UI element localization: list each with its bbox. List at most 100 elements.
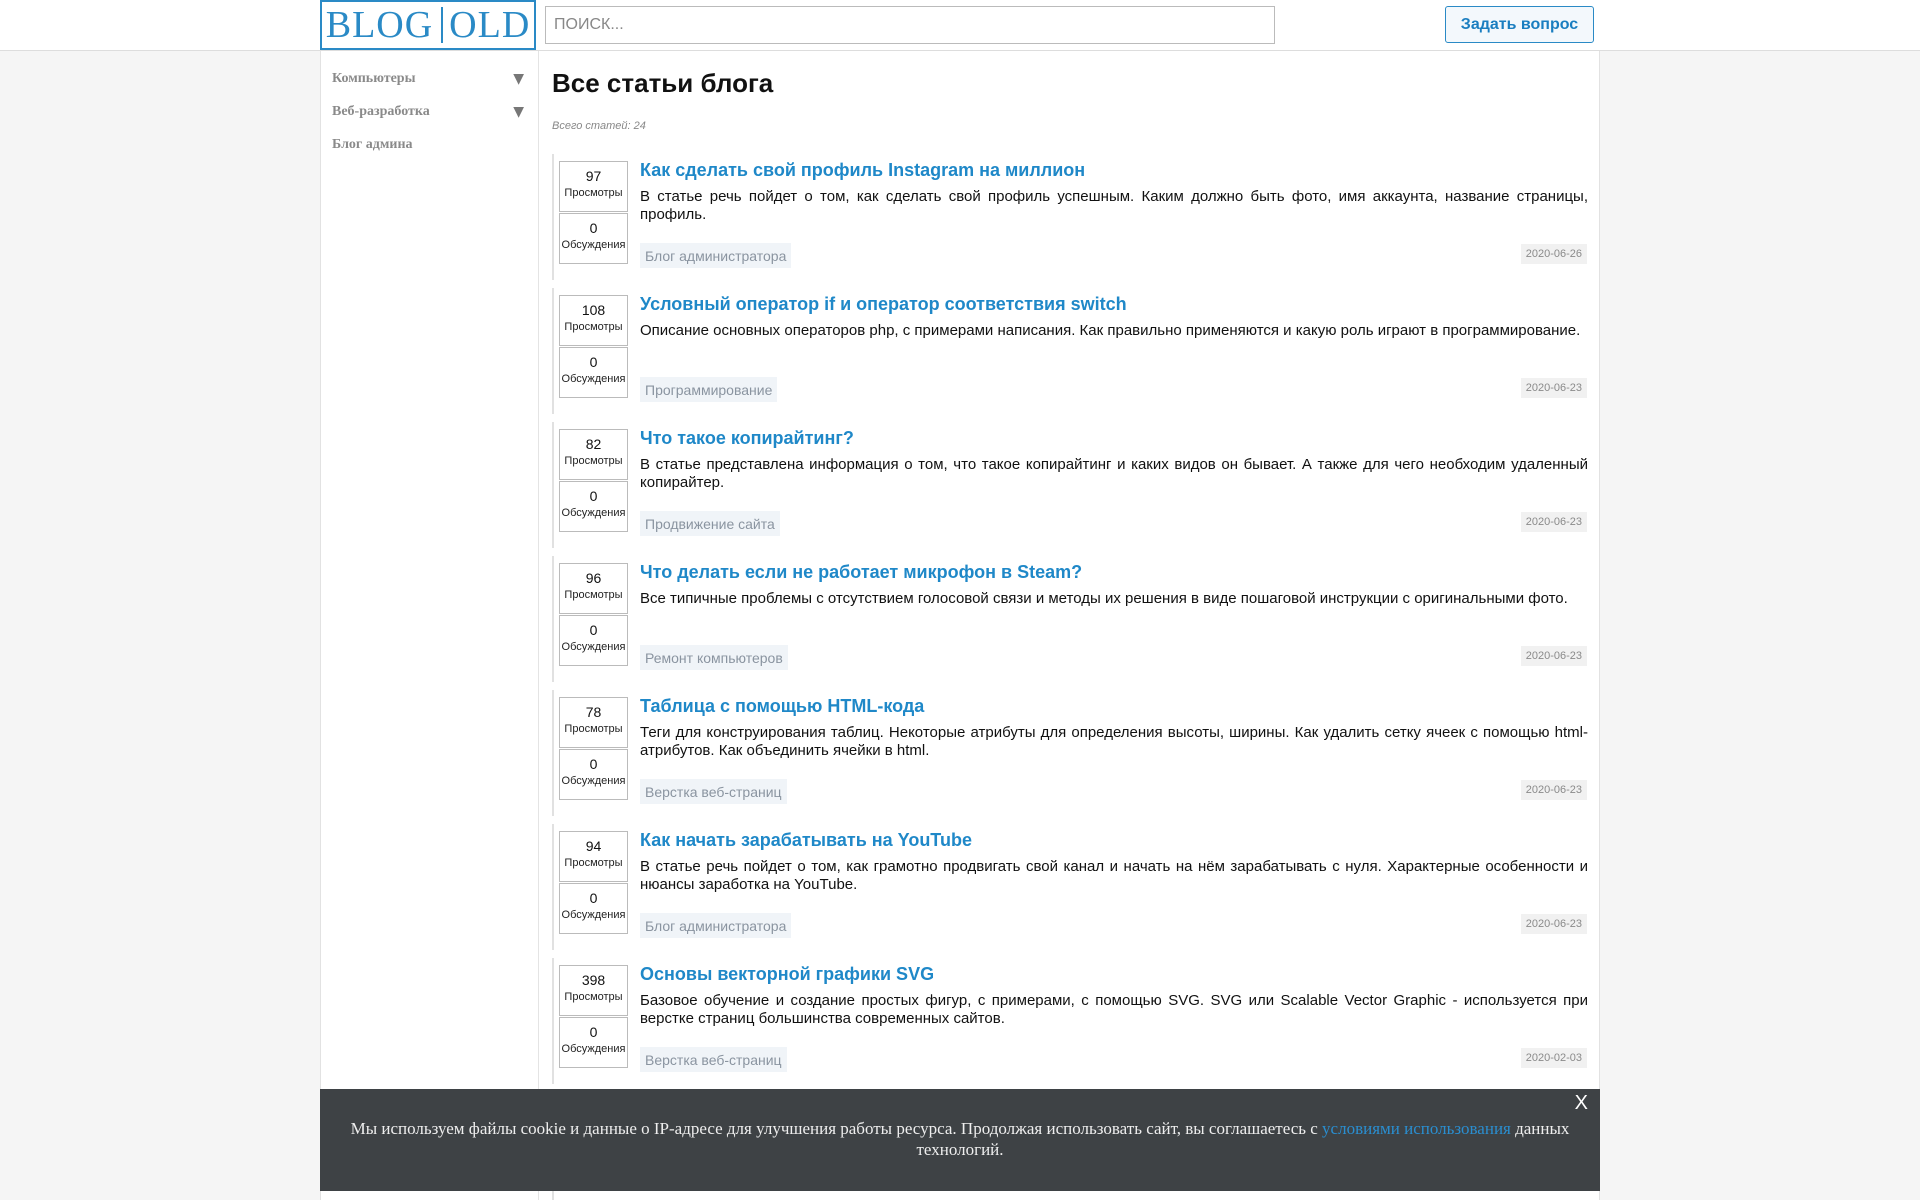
article-category-tag[interactable]: Программирование [640,377,778,402]
article-description: Описание основных операторов php, с прим… [640,322,1581,339]
search-input[interactable] [545,6,1275,44]
article-description: Все типичные проблемы с отсутствием голо… [640,590,1568,607]
page-container: Компьютеры ▼ Веб-разработка ▼ Блог админ… [320,51,1600,1200]
comments-counter: 0 Обсуждения [559,615,628,666]
views-label: Просмотры [564,723,623,735]
comments-label: Обсуждения [561,909,626,921]
article-description: В статье речь пойдет о том, как сделать … [640,188,1588,223]
article-title-link[interactable]: Как сделать свой профиль Instagram на ми… [640,160,1085,181]
comments-count: 0 [589,354,598,370]
views-label: Просмотры [564,187,623,199]
sidebar-item-computers[interactable]: Компьютеры ▼ [332,64,528,94]
article-card: 78 Просмотры 0 Обсуждения Таблица с помощь… [552,690,1592,816]
article-title-link[interactable]: Что такое копирайтинг? [640,428,854,449]
article-date: 2020-06-23 [1520,914,1587,934]
article-date: 2020-06-23 [1520,378,1587,398]
article-title-link[interactable]: Что делать если не работает микрофон в S… [640,562,1082,583]
comments-label: Обсуждения [561,775,626,787]
article-date: 2020-06-23 [1520,512,1587,532]
views-label: Просмотры [564,991,623,1003]
views-count: 96 [585,570,602,586]
comments-counter: 0 Обсуждения [559,1017,628,1068]
article-title-link[interactable]: Таблица с помощью HTML-кода [640,696,924,717]
comments-count: 0 [589,622,598,638]
chevron-down-icon[interactable]: ▼ [513,71,524,87]
views-counter: 82 Просмотры [559,429,628,480]
article-category-tag[interactable]: Блог администратора [640,243,792,268]
chevron-down-icon[interactable]: ▼ [513,104,524,120]
article-description: В статье речь пойдет о том, как грамотно… [640,858,1588,893]
comments-count: 0 [589,220,598,236]
views-label: Просмотры [564,857,623,869]
views-count: 398 [581,972,606,988]
article-category-tag[interactable]: Продвижение сайта [640,511,780,536]
views-count: 97 [585,168,602,184]
views-counter: 398 Просмотры [559,965,628,1016]
logo-text-old: OLD [449,4,531,46]
article-title-link[interactable]: Основы векторной графики SVG [640,964,934,985]
views-label: Просмотры [564,455,623,467]
views-counter: 97 Просмотры [559,161,628,212]
views-count: 78 [585,704,602,720]
comments-count: 0 [589,890,598,906]
sidebar-item-admin-blog[interactable]: Блог админа [332,130,528,160]
article-category-tag[interactable]: Верстка веб-страниц [640,1047,787,1072]
comments-counter: 0 Обсуждения [559,749,628,800]
views-count: 94 [585,838,602,854]
article-card: 398 Просмотры 0 Обсуждения Основы векторно… [552,958,1592,1084]
cookie-text: Мы используем файлы cookie и данные о IP… [350,1119,1323,1138]
article-card: 82 Просмотры 0 Обсуждения Что такое копира… [552,422,1592,548]
site-logo[interactable]: BLOG OLD [320,0,536,50]
comments-count: 0 [589,756,598,772]
comments-counter: 0 Обсуждения [559,347,628,398]
views-counter: 94 Просмотры [559,831,628,882]
article-date: 2020-02-03 [1520,1048,1587,1068]
comments-counter: 0 Обсуждения [559,481,628,532]
comments-count: 0 [589,488,598,504]
main-content: Все статьи блога Всего статей: 24 97 Прос… [552,51,1592,1200]
comments-label: Обсуждения [561,373,626,385]
article-count: Всего статей: 24 [552,120,646,132]
article-title-link[interactable]: Условный оператор if и оператор соответс… [640,294,1127,315]
views-count: 82 [585,436,602,452]
article-card: 96 Просмотры 0 Обсуждения Что делать если … [552,556,1592,682]
comments-label: Обсуждения [561,1043,626,1055]
logo-text-blog: BLOG [325,4,434,46]
comments-label: Обсуждения [561,641,626,653]
sidebar-item-web-development[interactable]: Веб-разработка ▼ [332,97,528,127]
views-count: 108 [581,302,606,318]
sidebar-item-label: Веб-разработка [332,104,430,119]
article-date: 2020-06-26 [1520,244,1587,264]
article-card: 94 Просмотры 0 Обсуждения Как начать зараб… [552,824,1592,950]
cookie-banner: X Мы используем файлы cookie и данные о … [320,1089,1600,1191]
article-date: 2020-06-23 [1520,780,1587,800]
views-label: Просмотры [564,589,623,601]
article-description: Теги для конструирования таблиц. Некотор… [640,724,1588,759]
comments-label: Обсуждения [561,239,626,251]
sidebar-item-label: Блог админа [332,137,413,152]
logo-divider [441,7,444,43]
article-category-tag[interactable]: Верстка веб-страниц [640,779,787,804]
terms-link[interactable]: условиями использования [1322,1119,1511,1138]
sidebar-item-label: Компьютеры [332,71,416,86]
close-icon[interactable]: X [1575,1093,1588,1114]
comments-counter: 0 Обсуждения [559,883,628,934]
page-title: Все статьи блога [552,68,774,98]
article-card: 108 Просмотры 0 Обсуждения Условный операт… [552,288,1592,414]
views-counter: 108 Просмотры [559,295,628,346]
article-title-link[interactable]: Как начать зарабатывать на YouTube [640,830,972,851]
article-description: Базовое обучение и создание простых фигу… [640,992,1588,1027]
article-category-tag[interactable]: Ремонт компьютеров [640,645,788,670]
comments-counter: 0 Обсуждения [559,213,628,264]
comments-label: Обсуждения [561,507,626,519]
article-category-tag[interactable]: Блог администратора [640,913,792,938]
top-bar: BLOG OLD Задать вопрос [0,0,1920,51]
views-counter: 96 Просмотры [559,563,628,614]
sidebar: Компьютеры ▼ Веб-разработка ▼ Блог админ… [321,51,539,1200]
article-date: 2020-06-23 [1520,646,1587,666]
views-label: Просмотры [564,321,623,333]
ask-question-button[interactable]: Задать вопрос [1445,6,1594,43]
article-card: 97 Просмотры 0 Обсуждения Как сделать свой… [552,154,1592,280]
article-description: В статье представлена информация о том, … [640,456,1588,491]
views-counter: 78 Просмотры [559,697,628,748]
